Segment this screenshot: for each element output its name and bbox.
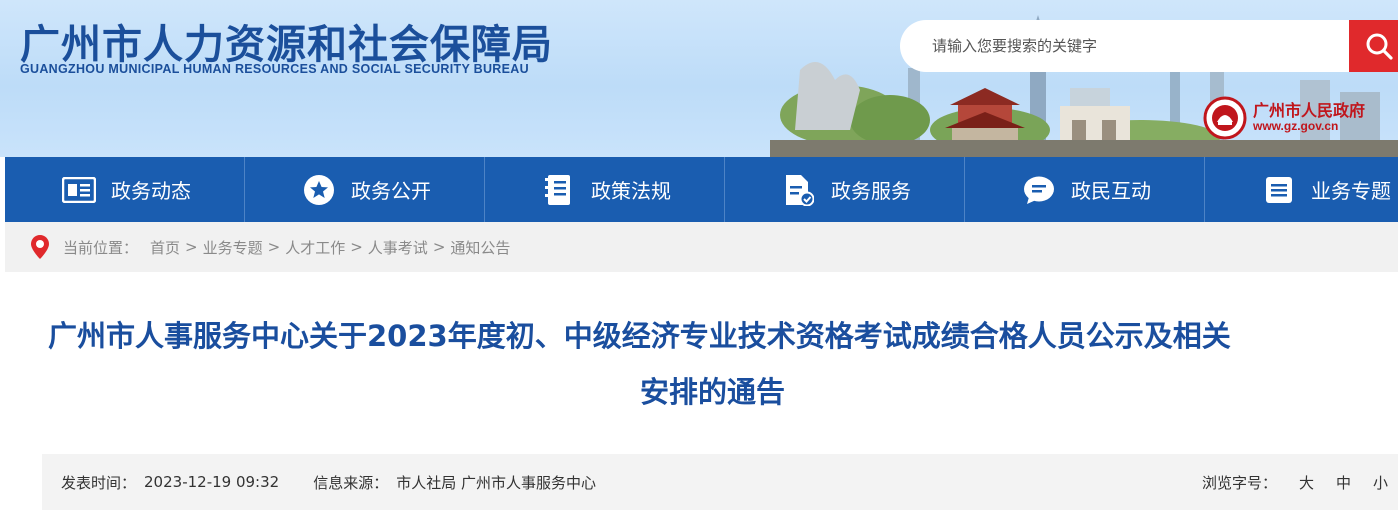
source-label: 信息来源： bbox=[313, 473, 389, 492]
breadcrumb-separator: > bbox=[350, 238, 363, 256]
nav-label: 政务公开 bbox=[351, 179, 431, 203]
gov-url: www.gz.gov.cn bbox=[1253, 119, 1339, 134]
nav-label: 政务动态 bbox=[111, 179, 191, 203]
gov-emblem-icon bbox=[1203, 96, 1247, 140]
list-icon bbox=[1261, 172, 1297, 208]
nav-label: 政务服务 bbox=[831, 179, 911, 203]
source-value: 市人社局 广州市人事服务中心 bbox=[396, 473, 596, 492]
article-title: 广州市人事服务中心关于2023年度初、中级经济专业技术资格考试成绩合格人员公示及… bbox=[0, 308, 1398, 420]
breadcrumb-home[interactable]: 首页 bbox=[150, 237, 180, 258]
breadcrumb-prefix: 当前位置： bbox=[63, 238, 139, 257]
breadcrumb-business-topics[interactable]: 业务专题 bbox=[203, 237, 263, 258]
news-icon bbox=[61, 172, 97, 208]
nav-item-service[interactable]: 政务服务 bbox=[725, 157, 965, 222]
search-icon bbox=[1366, 33, 1393, 60]
gz-gov-link[interactable]: 广州市人民政府 www.gz.gov.cn bbox=[1203, 96, 1365, 140]
breadcrumb-separator: > bbox=[267, 238, 281, 256]
breadcrumb-talent-work[interactable]: 人才工作 bbox=[285, 237, 345, 258]
nav-item-interaction[interactable]: 政民互动 bbox=[965, 157, 1205, 222]
nav-item-news[interactable]: 政务动态 bbox=[5, 157, 245, 222]
nav-item-topics[interactable]: 业务专题 bbox=[1205, 157, 1398, 222]
font-size-label: 浏览字号： bbox=[1202, 473, 1278, 492]
breadcrumb: 当前位置： 首页 > 业务专题 > 人才工作 > 人事考试 > 通知公告 bbox=[5, 222, 1398, 272]
article-title-line1: 广州市人事服务中心关于2023年度初、中级经济专业技术资格考试成绩合格人员公示及… bbox=[48, 319, 1231, 353]
font-medium-button[interactable]: 中 bbox=[1336, 472, 1351, 493]
star-icon bbox=[301, 172, 337, 208]
publish-time: 2023-12-19 09:32 bbox=[144, 473, 280, 491]
gov-name: 广州市人民政府 bbox=[1253, 100, 1366, 120]
nav-item-policy[interactable]: 政策法规 bbox=[485, 157, 725, 222]
site-logo-subtitle: GUANGZHOU MUNICIPAL HUMAN RESOURCES AND … bbox=[20, 62, 529, 76]
chat-icon bbox=[1021, 172, 1057, 208]
search-button[interactable] bbox=[1349, 20, 1398, 72]
article-title-line2: 安排的通告 bbox=[640, 375, 786, 409]
font-size-control: 浏览字号： 大 中 小 bbox=[1202, 454, 1388, 510]
book-icon bbox=[541, 172, 577, 208]
site-header: 广州市人力资源和社会保障局 GUANGZHOU MUNICIPAL HUMAN … bbox=[0, 0, 1398, 157]
breadcrumb-separator: > bbox=[432, 238, 446, 256]
breadcrumb-separator: > bbox=[185, 238, 198, 256]
search-input[interactable] bbox=[932, 37, 1332, 55]
publish-time-label: 发表时间： bbox=[61, 473, 137, 492]
breadcrumb-notices[interactable]: 通知公告 bbox=[450, 237, 510, 258]
nav-item-public[interactable]: 政务公开 bbox=[245, 157, 485, 222]
location-pin-icon bbox=[31, 235, 49, 259]
search-box bbox=[900, 20, 1352, 72]
font-large-button[interactable]: 大 bbox=[1299, 472, 1314, 493]
nav-label: 政策法规 bbox=[591, 179, 671, 203]
font-small-button[interactable]: 小 bbox=[1373, 472, 1388, 493]
main-nav: 政务动态 政务公开 政策法规 政务服务 政民互动 业务专题 bbox=[5, 157, 1398, 222]
article-meta: 发表时间： 2023-12-19 09:32 信息来源： 市人社局 广州市人事服… bbox=[42, 454, 1398, 510]
nav-label: 政民互动 bbox=[1071, 179, 1151, 203]
nav-label: 业务专题 bbox=[1311, 179, 1391, 203]
breadcrumb-personnel-exam[interactable]: 人事考试 bbox=[368, 237, 428, 258]
document-icon bbox=[781, 172, 817, 208]
